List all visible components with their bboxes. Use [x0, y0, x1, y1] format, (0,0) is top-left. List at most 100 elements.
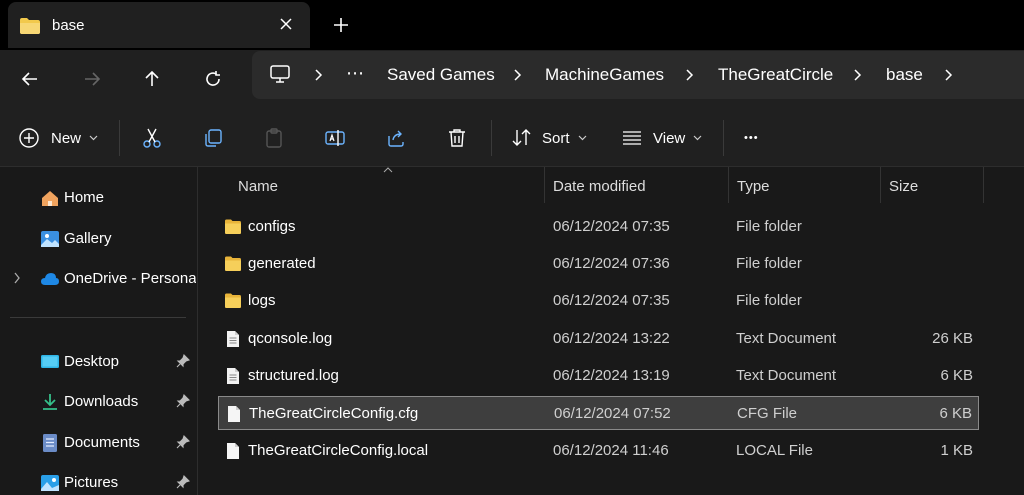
file-row[interactable]: qconsole.log 06/12/2024 13:22 Text Docum… [218, 322, 979, 356]
divider [723, 120, 724, 156]
tab-base[interactable]: base [8, 2, 310, 48]
address-bar[interactable]: ⋯ Saved Games MachineGames TheGreatCircl… [252, 51, 1024, 99]
sidebar-item-documents[interactable]: Documents [0, 423, 198, 461]
home-icon [42, 191, 58, 206]
file-size: 6 KB [939, 405, 972, 422]
more-icon: ••• [744, 132, 759, 144]
file-type: Text Document [736, 367, 837, 384]
sidebar-item-downloads[interactable]: Downloads [0, 382, 198, 420]
sort-label: Sort [542, 129, 570, 147]
share-icon [388, 130, 404, 147]
cloud-icon [41, 273, 59, 285]
arrow-up-icon [145, 70, 159, 86]
paste-button[interactable] [263, 122, 285, 154]
title-bar: base [0, 0, 1024, 50]
scissors-icon [143, 128, 161, 148]
sidebar-item-label: Gallery [64, 230, 112, 247]
sidebar-item-pictures[interactable]: Pictures [0, 463, 198, 495]
file-date: 06/12/2024 13:22 [553, 330, 670, 347]
file-date: 06/12/2024 13:19 [553, 367, 670, 384]
delete-button[interactable] [446, 122, 468, 154]
up-button[interactable] [136, 63, 168, 95]
breadcrumb-item[interactable]: base [886, 65, 923, 85]
refresh-icon [206, 71, 220, 86]
tab-title: base [52, 17, 85, 34]
text-file-icon [227, 331, 239, 347]
plus-circle-icon [19, 128, 39, 148]
divider [10, 317, 186, 318]
breadcrumb-overflow[interactable]: ⋯ [346, 63, 364, 84]
folder-icon [225, 219, 241, 234]
file-row[interactable]: logs 06/12/2024 07:35 File folder [218, 284, 979, 318]
computer-icon[interactable] [269, 64, 291, 88]
pin-icon[interactable] [176, 394, 190, 408]
text-file-icon [227, 368, 239, 384]
new-tab-button[interactable] [330, 14, 352, 36]
divider [491, 120, 492, 156]
sidebar-item-home[interactable]: Home [0, 178, 198, 216]
file-type: File folder [736, 292, 802, 309]
pin-icon[interactable] [176, 354, 190, 368]
list-view-icon [623, 131, 641, 145]
rename-button[interactable] [324, 122, 346, 154]
chevron-right-icon[interactable] [511, 68, 523, 82]
rename-icon [325, 130, 345, 146]
chevron-right-icon [14, 272, 20, 284]
sort-icon [512, 129, 531, 146]
back-button[interactable] [14, 63, 46, 95]
file-date: 06/12/2024 07:35 [553, 292, 670, 309]
pin-icon[interactable] [176, 475, 190, 489]
pictures-icon [41, 475, 59, 491]
copy-icon [205, 129, 222, 147]
share-button[interactable] [385, 122, 407, 154]
chevron-right-icon[interactable] [851, 68, 863, 82]
file-name: structured.log [248, 367, 339, 384]
column-header-label: Type [737, 178, 770, 195]
chevron-down-icon [578, 135, 586, 141]
file-size: 6 KB [940, 367, 973, 384]
file-row[interactable]: structured.log 06/12/2024 13:19 Text Doc… [218, 359, 979, 393]
sidebar-item-gallery[interactable]: Gallery [0, 219, 198, 257]
column-header-name[interactable]: Name [218, 167, 545, 203]
file-name: qconsole.log [248, 330, 333, 347]
close-icon[interactable] [276, 14, 296, 34]
chevron-right-icon[interactable] [683, 68, 695, 82]
file-row-selected[interactable]: TheGreatCircleConfig.cfg 06/12/2024 07:5… [218, 396, 979, 430]
refresh-button[interactable] [197, 63, 229, 95]
column-header-type[interactable]: Type [729, 167, 881, 203]
file-type: Text Document [736, 330, 837, 347]
view-button[interactable]: View [621, 122, 702, 154]
file-row[interactable]: configs 06/12/2024 07:35 File folder [218, 210, 979, 244]
sidebar-item-onedrive[interactable]: OneDrive - Personal [0, 259, 198, 297]
more-options-button[interactable]: ••• [744, 122, 759, 154]
navigation-pane: Home Gallery OneDrive - Personal Desktop… [0, 167, 198, 495]
file-row[interactable]: TheGreatCircleConfig.local 06/12/2024 11… [218, 434, 979, 468]
chevron-right-icon[interactable] [942, 68, 954, 82]
sidebar-item-desktop[interactable]: Desktop [0, 342, 198, 380]
column-header-date[interactable]: Date modified [545, 167, 729, 203]
new-button[interactable]: New [18, 122, 98, 154]
file-date: 06/12/2024 07:36 [553, 255, 670, 272]
column-header-size[interactable]: Size [881, 167, 984, 203]
copy-button[interactable] [202, 122, 224, 154]
command-bar: New Sort View ••• [0, 108, 1024, 167]
forward-button[interactable] [76, 63, 108, 95]
breadcrumb-item[interactable]: Saved Games [387, 65, 495, 85]
breadcrumb-item[interactable]: TheGreatCircle [718, 65, 833, 85]
cut-button[interactable] [141, 122, 163, 154]
chevron-right-icon[interactable] [312, 68, 324, 82]
file-type: LOCAL File [736, 442, 813, 459]
folder-icon [19, 17, 41, 39]
pin-icon[interactable] [176, 435, 190, 449]
view-label: View [653, 129, 686, 147]
folder-icon [225, 293, 241, 308]
file-row[interactable]: generated 06/12/2024 07:36 File folder [218, 247, 979, 281]
breadcrumb-item[interactable]: MachineGames [545, 65, 664, 85]
sidebar-item-label: OneDrive - Personal [64, 270, 196, 287]
file-list: Name Date modified Type Size configs 06/… [199, 167, 1024, 495]
file-name: generated [248, 255, 316, 272]
sort-button[interactable]: Sort [511, 122, 587, 154]
chevron-down-icon [89, 135, 98, 141]
chevron-down-icon [693, 135, 702, 141]
file-name: TheGreatCircleConfig.cfg [249, 405, 419, 422]
